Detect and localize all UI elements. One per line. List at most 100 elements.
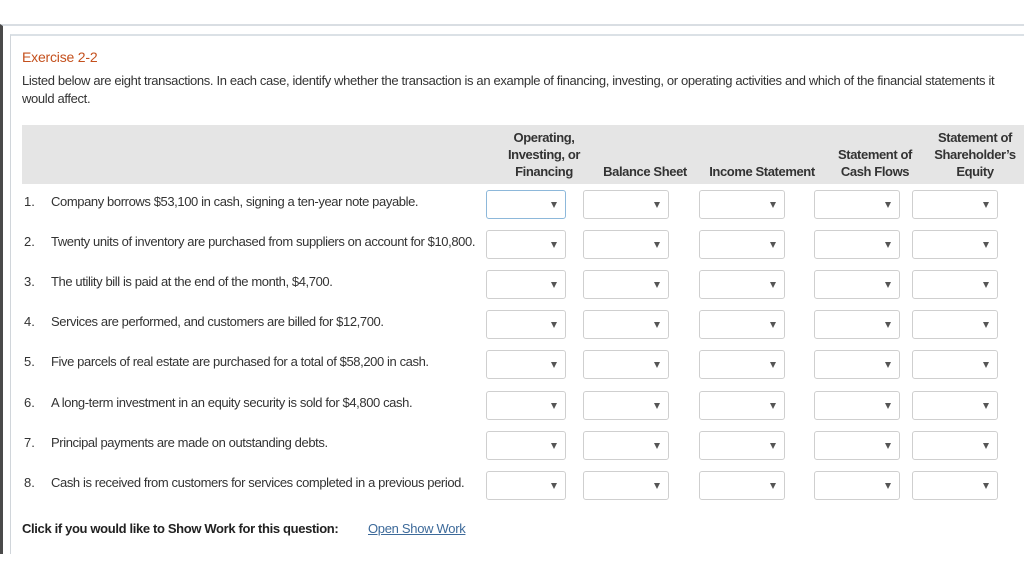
dropdown-balance-sheet[interactable] [583, 391, 669, 420]
chevron-down-icon [551, 242, 557, 248]
transaction-description: Cash is received from customers for serv… [51, 475, 465, 490]
column-header-balance-sheet: Balance Sheet [598, 163, 692, 180]
dropdown-income-statement[interactable] [699, 310, 785, 339]
dropdown-activity[interactable] [486, 270, 566, 299]
transaction-description: Five parcels of real estate are purchase… [51, 354, 429, 369]
chevron-down-icon [885, 202, 891, 208]
dropdown-income-statement[interactable] [699, 471, 785, 500]
dropdown-cash-flows[interactable] [814, 270, 900, 299]
transaction-description: A long-term investment in an equity secu… [51, 395, 413, 410]
chevron-down-icon [551, 362, 557, 368]
chevron-down-icon [770, 443, 776, 449]
row-number: 3. [24, 274, 35, 289]
chevron-down-icon [983, 322, 989, 328]
transaction-description: Company borrows $53,100 in cash, signing… [51, 194, 419, 209]
show-work-prompt: Click if you would like to Show Work for… [22, 521, 339, 536]
row-number: 1. [24, 194, 35, 209]
table-row: 7. Principal payments are made on outstan… [22, 431, 1024, 471]
dropdown-cash-flows[interactable] [814, 431, 900, 460]
dropdown-cash-flows[interactable] [814, 190, 900, 219]
column-header-income-statement: Income Statement [702, 163, 822, 180]
dropdown-income-statement[interactable] [699, 391, 785, 420]
dropdown-activity[interactable] [486, 230, 566, 259]
table-row: 6. A long-term investment in an equity se… [22, 391, 1024, 431]
row-number: 2. [24, 234, 35, 249]
chevron-down-icon [885, 483, 891, 489]
dropdown-shareholders-equity[interactable] [912, 350, 998, 379]
row-number: 4. [24, 314, 35, 329]
dropdown-balance-sheet[interactable] [583, 230, 669, 259]
row-number: 6. [24, 395, 35, 410]
chevron-down-icon [654, 483, 660, 489]
transaction-description: Services are performed, and customers ar… [51, 314, 384, 329]
column-header-cash-flows-label: Statement of Cash Flows [838, 147, 912, 179]
table-row: 4. Services are performed, and customers … [22, 310, 1024, 350]
dropdown-shareholders-equity[interactable] [912, 230, 998, 259]
dropdown-balance-sheet[interactable] [583, 431, 669, 460]
dropdown-activity[interactable] [486, 350, 566, 379]
chevron-down-icon [983, 483, 989, 489]
table-header: Operating, Investing, or Financing Balan… [22, 125, 1024, 184]
chevron-down-icon [983, 403, 989, 409]
chevron-down-icon [983, 242, 989, 248]
dropdown-balance-sheet[interactable] [583, 310, 669, 339]
chevron-down-icon [654, 242, 660, 248]
chevron-down-icon [551, 322, 557, 328]
dropdown-income-statement[interactable] [699, 230, 785, 259]
column-header-activity-label: Operating, Investing, or Financing [507, 130, 581, 179]
chevron-down-icon [770, 202, 776, 208]
chevron-down-icon [983, 443, 989, 449]
table-row: 3. The utility bill is paid at the end of… [22, 270, 1024, 310]
dropdown-shareholders-equity[interactable] [912, 471, 998, 500]
dropdown-shareholders-equity[interactable] [912, 431, 998, 460]
table-row: 5. Five parcels of real estate are purcha… [22, 350, 1024, 390]
dropdown-cash-flows[interactable] [814, 391, 900, 420]
open-show-work-link[interactable]: Open Show Work [368, 521, 466, 536]
transaction-description: Twenty units of inventory are purchased … [51, 234, 476, 249]
dropdown-shareholders-equity[interactable] [912, 270, 998, 299]
dropdown-activity[interactable] [486, 471, 566, 500]
chevron-down-icon [654, 282, 660, 288]
chevron-down-icon [654, 322, 660, 328]
chevron-down-icon [770, 322, 776, 328]
dropdown-balance-sheet[interactable] [583, 350, 669, 379]
dropdown-balance-sheet[interactable] [583, 270, 669, 299]
dropdown-shareholders-equity[interactable] [912, 391, 998, 420]
chevron-down-icon [885, 443, 891, 449]
chevron-down-icon [770, 403, 776, 409]
dropdown-income-statement[interactable] [699, 431, 785, 460]
transaction-description: Principal payments are made on outstandi… [51, 435, 328, 450]
dropdown-income-statement[interactable] [699, 190, 785, 219]
row-number: 5. [24, 354, 35, 369]
column-header-cash-flows: Statement of Cash Flows [830, 146, 920, 180]
dropdown-cash-flows[interactable] [814, 310, 900, 339]
table-row: 1. Company borrows $53,100 in cash, signi… [22, 190, 1024, 230]
dropdown-activity[interactable] [486, 431, 566, 460]
column-header-shareholders-equity: Statement of Shareholder’s Equity [928, 129, 1022, 180]
dropdown-cash-flows[interactable] [814, 350, 900, 379]
dropdown-shareholders-equity[interactable] [912, 310, 998, 339]
dropdown-shareholders-equity[interactable] [912, 190, 998, 219]
exercise-title: Exercise 2-2 [22, 49, 98, 65]
chevron-down-icon [885, 403, 891, 409]
dropdown-income-statement[interactable] [699, 350, 785, 379]
chevron-down-icon [885, 322, 891, 328]
exercise-instructions: Listed below are eight transactions. In … [22, 73, 995, 106]
chevron-down-icon [770, 362, 776, 368]
chevron-down-icon [654, 403, 660, 409]
chevron-down-icon [885, 242, 891, 248]
chevron-down-icon [654, 202, 660, 208]
column-header-balance-sheet-label: Balance Sheet [603, 164, 687, 179]
dropdown-cash-flows[interactable] [814, 471, 900, 500]
chevron-down-icon [983, 202, 989, 208]
chevron-down-icon [551, 483, 557, 489]
dropdown-activity[interactable] [486, 391, 566, 420]
dropdown-activity[interactable] [486, 190, 566, 219]
chevron-down-icon [551, 202, 557, 208]
chevron-down-icon [885, 282, 891, 288]
dropdown-cash-flows[interactable] [814, 230, 900, 259]
dropdown-balance-sheet[interactable] [583, 471, 669, 500]
dropdown-income-statement[interactable] [699, 270, 785, 299]
dropdown-activity[interactable] [486, 310, 566, 339]
dropdown-balance-sheet[interactable] [583, 190, 669, 219]
